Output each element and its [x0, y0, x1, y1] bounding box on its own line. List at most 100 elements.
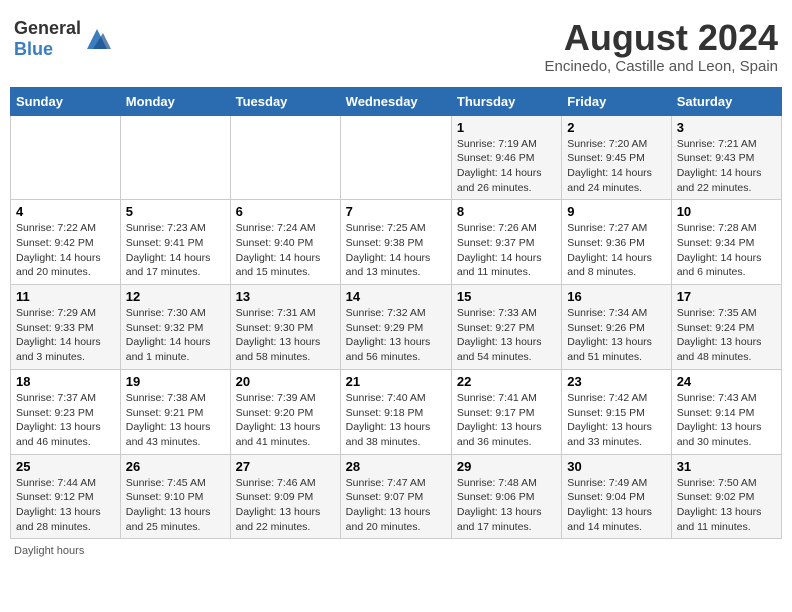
day-info: Sunrise: 7:40 AMSunset: 9:18 PMDaylight:… [346, 391, 446, 450]
day-number: 22 [457, 374, 556, 389]
day-number: 23 [567, 374, 665, 389]
day-info: Sunrise: 7:23 AMSunset: 9:41 PMDaylight:… [126, 221, 225, 280]
day-number: 29 [457, 459, 556, 474]
day-of-week-header: Wednesday [340, 87, 451, 115]
day-info: Sunrise: 7:31 AMSunset: 9:30 PMDaylight:… [236, 306, 335, 365]
daylight-label: Daylight hours [14, 545, 84, 557]
day-number: 4 [16, 204, 115, 219]
day-of-week-header: Thursday [451, 87, 561, 115]
day-number: 14 [346, 289, 446, 304]
day-info: Sunrise: 7:43 AMSunset: 9:14 PMDaylight:… [677, 391, 776, 450]
footer: Daylight hours [10, 545, 782, 557]
day-info: Sunrise: 7:49 AMSunset: 9:04 PMDaylight:… [567, 476, 665, 535]
calendar-week-row: 25 Sunrise: 7:44 AMSunset: 9:12 PMDayligh… [11, 454, 782, 539]
day-number: 18 [16, 374, 115, 389]
day-info: Sunrise: 7:24 AMSunset: 9:40 PMDaylight:… [236, 221, 335, 280]
calendar-cell: 23 Sunrise: 7:42 AMSunset: 9:15 PMDayligh… [562, 369, 671, 454]
day-number: 10 [677, 204, 776, 219]
calendar-cell: 13 Sunrise: 7:31 AMSunset: 9:30 PMDayligh… [230, 285, 340, 370]
day-info: Sunrise: 7:47 AMSunset: 9:07 PMDaylight:… [346, 476, 446, 535]
day-number: 2 [567, 120, 665, 135]
calendar-cell: 15 Sunrise: 7:33 AMSunset: 9:27 PMDayligh… [451, 285, 561, 370]
calendar-cell: 8Sunrise: 7:26 AMSunset: 9:37 PMDaylight… [451, 200, 561, 285]
calendar-cell: 9 Sunrise: 7:27 AMSunset: 9:36 PMDaylight… [562, 200, 671, 285]
day-info: Sunrise: 7:35 AMSunset: 9:24 PMDaylight:… [677, 306, 776, 365]
day-info: Sunrise: 7:29 AMSunset: 9:33 PMDaylight:… [16, 306, 115, 365]
calendar-cell: 27Sunrise: 7:46 AMSunset: 9:09 PMDayligh… [230, 454, 340, 539]
calendar-cell: 25 Sunrise: 7:44 AMSunset: 9:12 PMDayligh… [11, 454, 121, 539]
calendar-cell: 12Sunrise: 7:30 AMSunset: 9:32 PMDayligh… [120, 285, 230, 370]
day-info: Sunrise: 7:34 AMSunset: 9:26 PMDaylight:… [567, 306, 665, 365]
day-info: Sunrise: 7:42 AMSunset: 9:15 PMDaylight:… [567, 391, 665, 450]
day-info: Sunrise: 7:19 AMSunset: 9:46 PMDaylight:… [457, 137, 556, 196]
day-number: 13 [236, 289, 335, 304]
day-info: Sunrise: 7:25 AMSunset: 9:38 PMDaylight:… [346, 221, 446, 280]
day-number: 12 [126, 289, 225, 304]
day-info: Sunrise: 7:41 AMSunset: 9:17 PMDaylight:… [457, 391, 556, 450]
calendar-cell: 11Sunrise: 7:29 AMSunset: 9:33 PMDayligh… [11, 285, 121, 370]
day-number: 17 [677, 289, 776, 304]
day-of-week-header: Saturday [671, 87, 781, 115]
day-info: Sunrise: 7:22 AMSunset: 9:42 PMDaylight:… [16, 221, 115, 280]
calendar-cell: 30 Sunrise: 7:49 AMSunset: 9:04 PMDayligh… [562, 454, 671, 539]
day-info: Sunrise: 7:28 AMSunset: 9:34 PMDaylight:… [677, 221, 776, 280]
calendar-cell: 31 Sunrise: 7:50 AMSunset: 9:02 PMDayligh… [671, 454, 781, 539]
day-info: Sunrise: 7:45 AMSunset: 9:10 PMDaylight:… [126, 476, 225, 535]
calendar-cell: 20Sunrise: 7:39 AMSunset: 9:20 PMDayligh… [230, 369, 340, 454]
calendar-cell: 14 Sunrise: 7:32 AMSunset: 9:29 PMDayligh… [340, 285, 451, 370]
day-number: 1 [457, 120, 556, 135]
calendar-cell [230, 115, 340, 200]
day-info: Sunrise: 7:37 AMSunset: 9:23 PMDaylight:… [16, 391, 115, 450]
calendar-cell: 18 Sunrise: 7:37 AMSunset: 9:23 PMDayligh… [11, 369, 121, 454]
logo-blue: Blue [14, 39, 53, 59]
day-number: 7 [346, 204, 446, 219]
calendar-cell: 17 Sunrise: 7:35 AMSunset: 9:24 PMDayligh… [671, 285, 781, 370]
calendar-cell: 22 Sunrise: 7:41 AMSunset: 9:17 PMDayligh… [451, 369, 561, 454]
day-of-week-header: Friday [562, 87, 671, 115]
day-info: Sunrise: 7:50 AMSunset: 9:02 PMDaylight:… [677, 476, 776, 535]
day-info: Sunrise: 7:27 AMSunset: 9:36 PMDaylight:… [567, 221, 665, 280]
day-of-week-header: Sunday [11, 87, 121, 115]
day-info: Sunrise: 7:48 AMSunset: 9:06 PMDaylight:… [457, 476, 556, 535]
day-info: Sunrise: 7:44 AMSunset: 9:12 PMDaylight:… [16, 476, 115, 535]
logo-general: General [14, 18, 81, 38]
day-number: 25 [16, 459, 115, 474]
day-number: 24 [677, 374, 776, 389]
calendar-week-row: 1 Sunrise: 7:19 AMSunset: 9:46 PMDaylight… [11, 115, 782, 200]
logo: General Blue [14, 18, 111, 60]
calendar-cell [11, 115, 121, 200]
day-info: Sunrise: 7:46 AMSunset: 9:09 PMDaylight:… [236, 476, 335, 535]
day-info: Sunrise: 7:21 AMSunset: 9:43 PMDaylight:… [677, 137, 776, 196]
calendar-cell: 28 Sunrise: 7:47 AMSunset: 9:07 PMDayligh… [340, 454, 451, 539]
calendar-week-row: 11Sunrise: 7:29 AMSunset: 9:33 PMDayligh… [11, 285, 782, 370]
day-number: 3 [677, 120, 776, 135]
day-info: Sunrise: 7:33 AMSunset: 9:27 PMDaylight:… [457, 306, 556, 365]
calendar-cell: 5Sunrise: 7:23 AMSunset: 9:41 PMDaylight… [120, 200, 230, 285]
day-number: 6 [236, 204, 335, 219]
title-area: August 2024 Encinedo, Castille and Leon,… [545, 18, 779, 75]
day-number: 9 [567, 204, 665, 219]
location-label: Encinedo, Castille and Leon, Spain [545, 58, 779, 75]
calendar-cell: 26 Sunrise: 7:45 AMSunset: 9:10 PMDayligh… [120, 454, 230, 539]
logo-icon [83, 25, 111, 53]
calendar-cell: 6 Sunrise: 7:24 AMSunset: 9:40 PMDaylight… [230, 200, 340, 285]
day-of-week-header: Tuesday [230, 87, 340, 115]
day-number: 31 [677, 459, 776, 474]
day-info: Sunrise: 7:20 AMSunset: 9:45 PMDaylight:… [567, 137, 665, 196]
day-number: 30 [567, 459, 665, 474]
calendar-cell [340, 115, 451, 200]
day-info: Sunrise: 7:32 AMSunset: 9:29 PMDaylight:… [346, 306, 446, 365]
calendar-cell: 29 Sunrise: 7:48 AMSunset: 9:06 PMDayligh… [451, 454, 561, 539]
day-number: 28 [346, 459, 446, 474]
calendar-cell: 21Sunrise: 7:40 AMSunset: 9:18 PMDayligh… [340, 369, 451, 454]
header: General Blue August 2024 Encinedo, Casti… [10, 10, 782, 79]
calendar-cell: 7 Sunrise: 7:25 AMSunset: 9:38 PMDaylight… [340, 200, 451, 285]
month-year-title: August 2024 [545, 18, 779, 58]
day-number: 15 [457, 289, 556, 304]
calendar-cell: 1 Sunrise: 7:19 AMSunset: 9:46 PMDaylight… [451, 115, 561, 200]
day-number: 19 [126, 374, 225, 389]
calendar-cell: 3 Sunrise: 7:21 AMSunset: 9:43 PMDaylight… [671, 115, 781, 200]
day-number: 26 [126, 459, 225, 474]
calendar-cell [120, 115, 230, 200]
day-number: 20 [236, 374, 335, 389]
